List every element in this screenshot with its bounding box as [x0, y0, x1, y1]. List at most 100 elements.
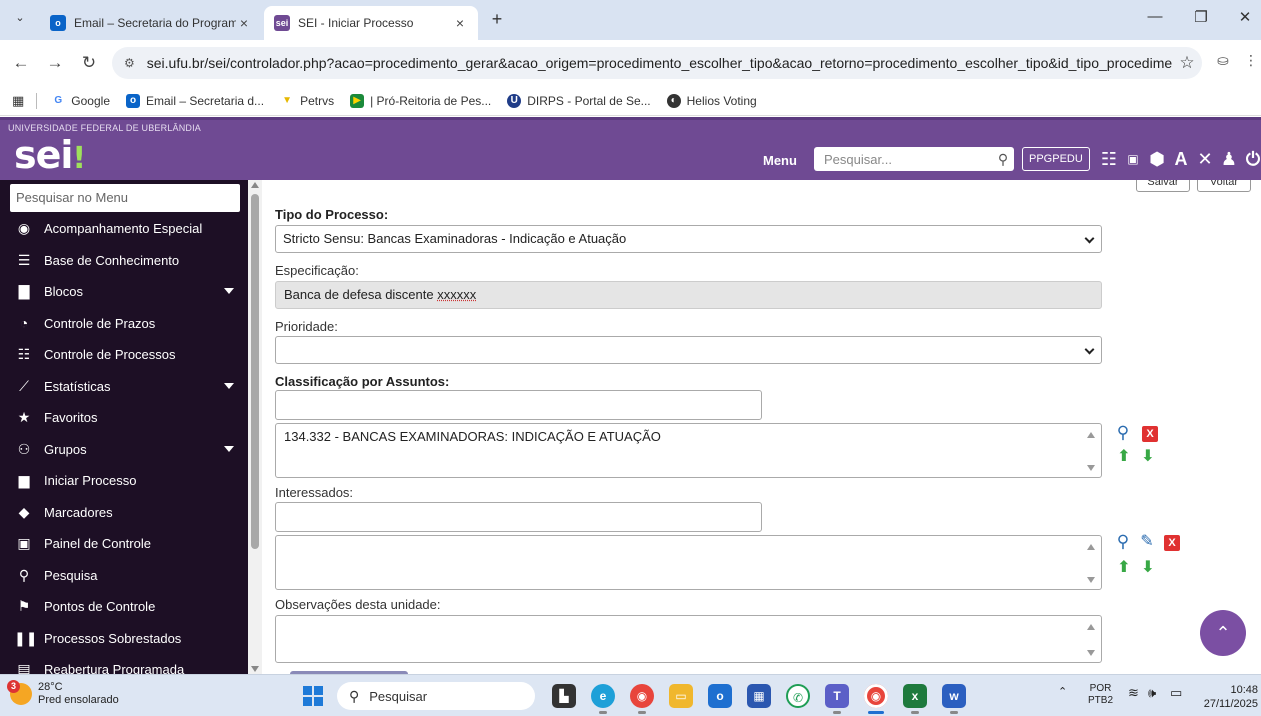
battery-icon[interactable]: ▭ [1170, 685, 1182, 701]
edit-interessado-icon[interactable]: ✎ [1138, 533, 1156, 551]
scroll-down-icon[interactable] [1087, 650, 1095, 656]
bookmark-email[interactable]: o Email – Secretaria d... [126, 94, 264, 108]
scroll-down-icon[interactable] [251, 666, 259, 672]
sidebar-item-favoritos[interactable]: ★ Favoritos [0, 402, 248, 434]
store-icon[interactable]: ▦ [747, 684, 771, 708]
scroll-up-icon[interactable] [1087, 432, 1095, 438]
save-button[interactable]: Salvar [1136, 180, 1190, 192]
close-tab-icon[interactable]: × [236, 15, 252, 31]
sidebar-scrollbar[interactable] [248, 180, 262, 674]
whatsapp-icon[interactable]: ✆ [786, 684, 810, 708]
chrome-profile-icon[interactable]: ◉ [864, 684, 888, 708]
weather-widget[interactable]: 3 28°C Pred ensolarado [10, 681, 119, 707]
interessados-list[interactable] [275, 535, 1102, 590]
move-up-icon[interactable]: ⬆ [1115, 448, 1133, 466]
sidebar-item-grupos[interactable]: ⚇ Grupos [0, 434, 248, 466]
move-down-icon[interactable]: ⬇ [1139, 448, 1157, 466]
taskbar-search[interactable]: ⚲ Pesquisar [337, 682, 535, 710]
teams-icon[interactable]: T [825, 684, 849, 708]
user-icon[interactable]: ♟ [1218, 147, 1240, 171]
system-clock[interactable]: 10:48 27/11/2025 [1200, 683, 1258, 711]
scroll-up-icon[interactable] [1087, 624, 1095, 630]
minimize-icon[interactable]: — [1140, 8, 1170, 25]
bookmark-progep[interactable]: ▶ | Pró-Reitoria de Pes... [350, 94, 491, 108]
bookmark-helios[interactable]: ◐ Helios Voting [667, 94, 757, 108]
url-bar[interactable]: ⚙ sei.ufu.br/sei/controlador.php?acao=pr… [112, 47, 1202, 79]
bookmark-google[interactable]: G Google [51, 94, 110, 108]
sidebar-item-estatisticas[interactable]: ⟋ Estatísticas [0, 371, 248, 403]
site-settings-icon[interactable]: ⚙ [124, 56, 135, 70]
sidebar-item-painel-de-controle[interactable]: ▣ Painel de Controle [0, 528, 248, 560]
volume-icon[interactable]: 🕪 [1148, 685, 1156, 701]
caret-down-icon[interactable] [224, 446, 234, 452]
sidebar-item-controle-de-processos[interactable]: ☷ Controle de Processos [0, 339, 248, 371]
control-panel-icon[interactable]: ▣ [1122, 147, 1144, 171]
sidebar-item-iniciar-processo[interactable]: ▆ Iniciar Processo [0, 465, 248, 497]
tab-list-chevron-icon[interactable]: ⌄ [10, 11, 30, 29]
apps-grid-icon[interactable]: ▦ [12, 93, 24, 109]
menu-toggle[interactable]: Menu [763, 153, 797, 168]
header-search-input[interactable]: Pesquisar... ⚲ [814, 147, 1014, 171]
back-button[interactable]: Voltar [1197, 180, 1251, 192]
scroll-down-icon[interactable] [1087, 577, 1095, 583]
search-icon[interactable]: ⚲ [992, 151, 1014, 168]
logout-icon[interactable]: ⏻ [1242, 147, 1261, 171]
task-view-icon[interactable]: ▙ [552, 684, 576, 708]
restore-icon[interactable]: ❐ [1186, 8, 1216, 26]
chrome-icon[interactable]: ◉ [630, 684, 654, 708]
tray-overflow-icon[interactable]: ⌃ [1058, 685, 1067, 698]
sidebar-item-acompanhamento-especial[interactable]: ◉ Acompanhamento Especial [0, 213, 248, 245]
interessado-search-input[interactable] [275, 502, 762, 532]
new-tab-button[interactable]: + [486, 9, 508, 31]
tab-email[interactable]: o Email – Secretaria do Programa × [40, 6, 262, 40]
assunto-search-input[interactable] [275, 390, 762, 420]
extension-icon[interactable]: ⛀ [1212, 52, 1234, 69]
scroll-up-icon[interactable] [1087, 544, 1095, 550]
close-tab-icon[interactable]: × [452, 15, 468, 31]
unit-selector[interactable]: PPGPEDU [1022, 147, 1090, 171]
start-button[interactable] [303, 686, 323, 706]
sei-logo[interactable]: sei! [14, 133, 85, 177]
search-assunto-icon[interactable]: ⚲ [1114, 424, 1132, 442]
back-icon[interactable]: ← [10, 52, 32, 74]
caret-down-icon[interactable] [224, 383, 234, 389]
close-window-icon[interactable]: ✕ [1230, 8, 1260, 26]
caret-down-icon[interactable] [224, 288, 234, 294]
browser-menu-icon[interactable]: ⋮ [1240, 52, 1261, 69]
edge-icon[interactable]: e [591, 684, 615, 708]
sidebar-item-processos-sobrestados[interactable]: ❚❚ Processos Sobrestados [0, 623, 248, 655]
notices-icon[interactable]: ⬢ [1146, 147, 1168, 171]
scrollbar-thumb[interactable] [251, 194, 259, 549]
move-down-icon[interactable]: ⬇ [1139, 559, 1157, 577]
list-item[interactable]: 134.332 - BANCAS EXAMINADORAS: INDICAÇÃO… [284, 429, 1093, 444]
excel-icon[interactable]: x [903, 684, 927, 708]
process-control-icon[interactable]: ☷ [1098, 147, 1120, 171]
tipo-processo-select[interactable]: Stricto Sensu: Bancas Examinadoras - Ind… [275, 225, 1102, 253]
scroll-up-icon[interactable] [251, 182, 259, 188]
remove-assunto-icon[interactable]: X [1142, 426, 1158, 442]
tools-icon[interactable]: ✕ [1194, 147, 1216, 171]
reload-icon[interactable]: ↻ [78, 52, 100, 74]
sidebar-item-base-de-conhecimento[interactable]: ☰ Base de Conhecimento [0, 245, 248, 277]
wifi-icon[interactable]: ≋ [1128, 685, 1139, 701]
font-size-icon[interactable]: A [1170, 147, 1192, 171]
menu-search-input[interactable]: Pesquisar no Menu [10, 184, 240, 212]
search-interessado-icon[interactable]: ⚲ [1114, 533, 1132, 551]
word-icon[interactable]: w [942, 684, 966, 708]
sidebar-item-reabertura-programada[interactable]: ▤ Reabertura Programada [0, 654, 248, 674]
observacoes-textarea[interactable] [275, 615, 1102, 663]
remove-interessado-icon[interactable]: X [1164, 535, 1180, 551]
scroll-down-icon[interactable] [1087, 465, 1095, 471]
sidebar-item-pesquisa[interactable]: ⚲ Pesquisa [0, 560, 248, 592]
bookmark-dirps[interactable]: U DIRPS - Portal de Se... [507, 94, 650, 108]
bookmark-petrvs[interactable]: ▼ Petrvs [280, 94, 334, 108]
bookmark-star-icon[interactable]: ☆ [1172, 53, 1202, 73]
forward-icon[interactable]: → [44, 52, 66, 74]
especificacao-field[interactable]: Banca de defesa discente xxxxxx [275, 281, 1102, 309]
sidebar-item-blocos[interactable]: ▇ Blocos [0, 276, 248, 308]
assuntos-list[interactable]: 134.332 - BANCAS EXAMINADORAS: INDICAÇÃO… [275, 423, 1102, 478]
move-up-icon[interactable]: ⬆ [1115, 559, 1133, 577]
file-explorer-icon[interactable]: ▭ [669, 684, 693, 708]
scroll-to-top-button[interactable]: ⌃ [1200, 610, 1246, 656]
sidebar-item-controle-de-prazos[interactable]: ◔ Controle de Prazos [0, 308, 248, 340]
